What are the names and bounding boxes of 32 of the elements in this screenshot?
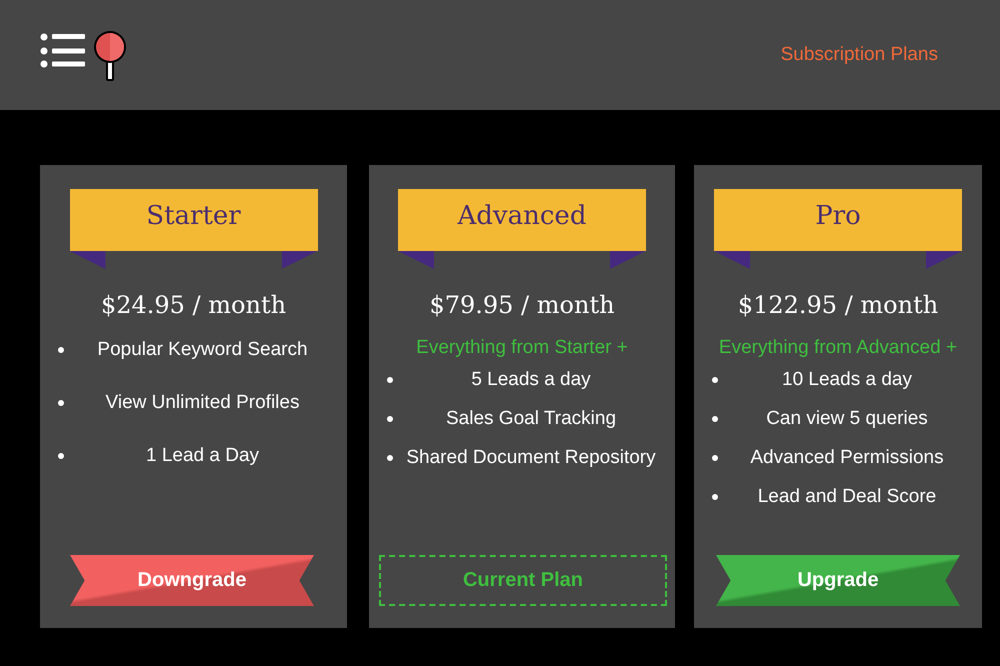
plan-name-ribbon: Pro bbox=[714, 189, 962, 269]
bullet-icon bbox=[387, 416, 393, 422]
plan-action-button[interactable]: Upgrade bbox=[716, 555, 960, 606]
feature-text: Can view 5 queries bbox=[765, 407, 929, 431]
bullet-icon bbox=[387, 454, 393, 460]
feature-text: 10 Leads a day bbox=[781, 368, 913, 392]
feature-text: View Unlimited Profiles bbox=[104, 391, 300, 415]
plan-name-ribbon: Advanced bbox=[398, 189, 646, 269]
plan-action-button[interactable]: Downgrade bbox=[70, 555, 314, 606]
feature-text: Advanced Permissions bbox=[749, 446, 945, 470]
feature-text: Sales Goal Tracking bbox=[444, 407, 618, 431]
bullet-icon bbox=[58, 452, 64, 458]
feature-text: Shared Document Repository bbox=[405, 446, 657, 470]
includes-note: Everything from Advanced + bbox=[718, 337, 958, 359]
feature-text: 5 Leads a day bbox=[470, 368, 592, 392]
bullet-icon bbox=[58, 346, 64, 352]
feature-text: Popular Keyword Search bbox=[96, 338, 309, 362]
plan-price: $24.95 / month bbox=[100, 291, 286, 319]
includes-note: Everything from Starter + bbox=[416, 337, 628, 359]
bullet-icon bbox=[387, 376, 393, 382]
bullet-icon bbox=[712, 494, 718, 500]
feature-text: 1 Lead a Day bbox=[144, 444, 260, 468]
bullet-icon bbox=[58, 400, 64, 406]
feature-text: Lead and Deal Score bbox=[756, 485, 938, 509]
bullet-icon bbox=[712, 376, 718, 382]
page-title: Subscription Plans bbox=[780, 44, 938, 66]
bullet-icon bbox=[712, 416, 718, 422]
plan-price: $122.95 / month bbox=[738, 291, 938, 319]
plan-action-button[interactable]: Current Plan bbox=[379, 555, 667, 606]
bullet-icon bbox=[712, 454, 718, 460]
plan-price: $79.95 / month bbox=[429, 291, 615, 319]
plan-name-ribbon: Starter bbox=[70, 189, 318, 269]
